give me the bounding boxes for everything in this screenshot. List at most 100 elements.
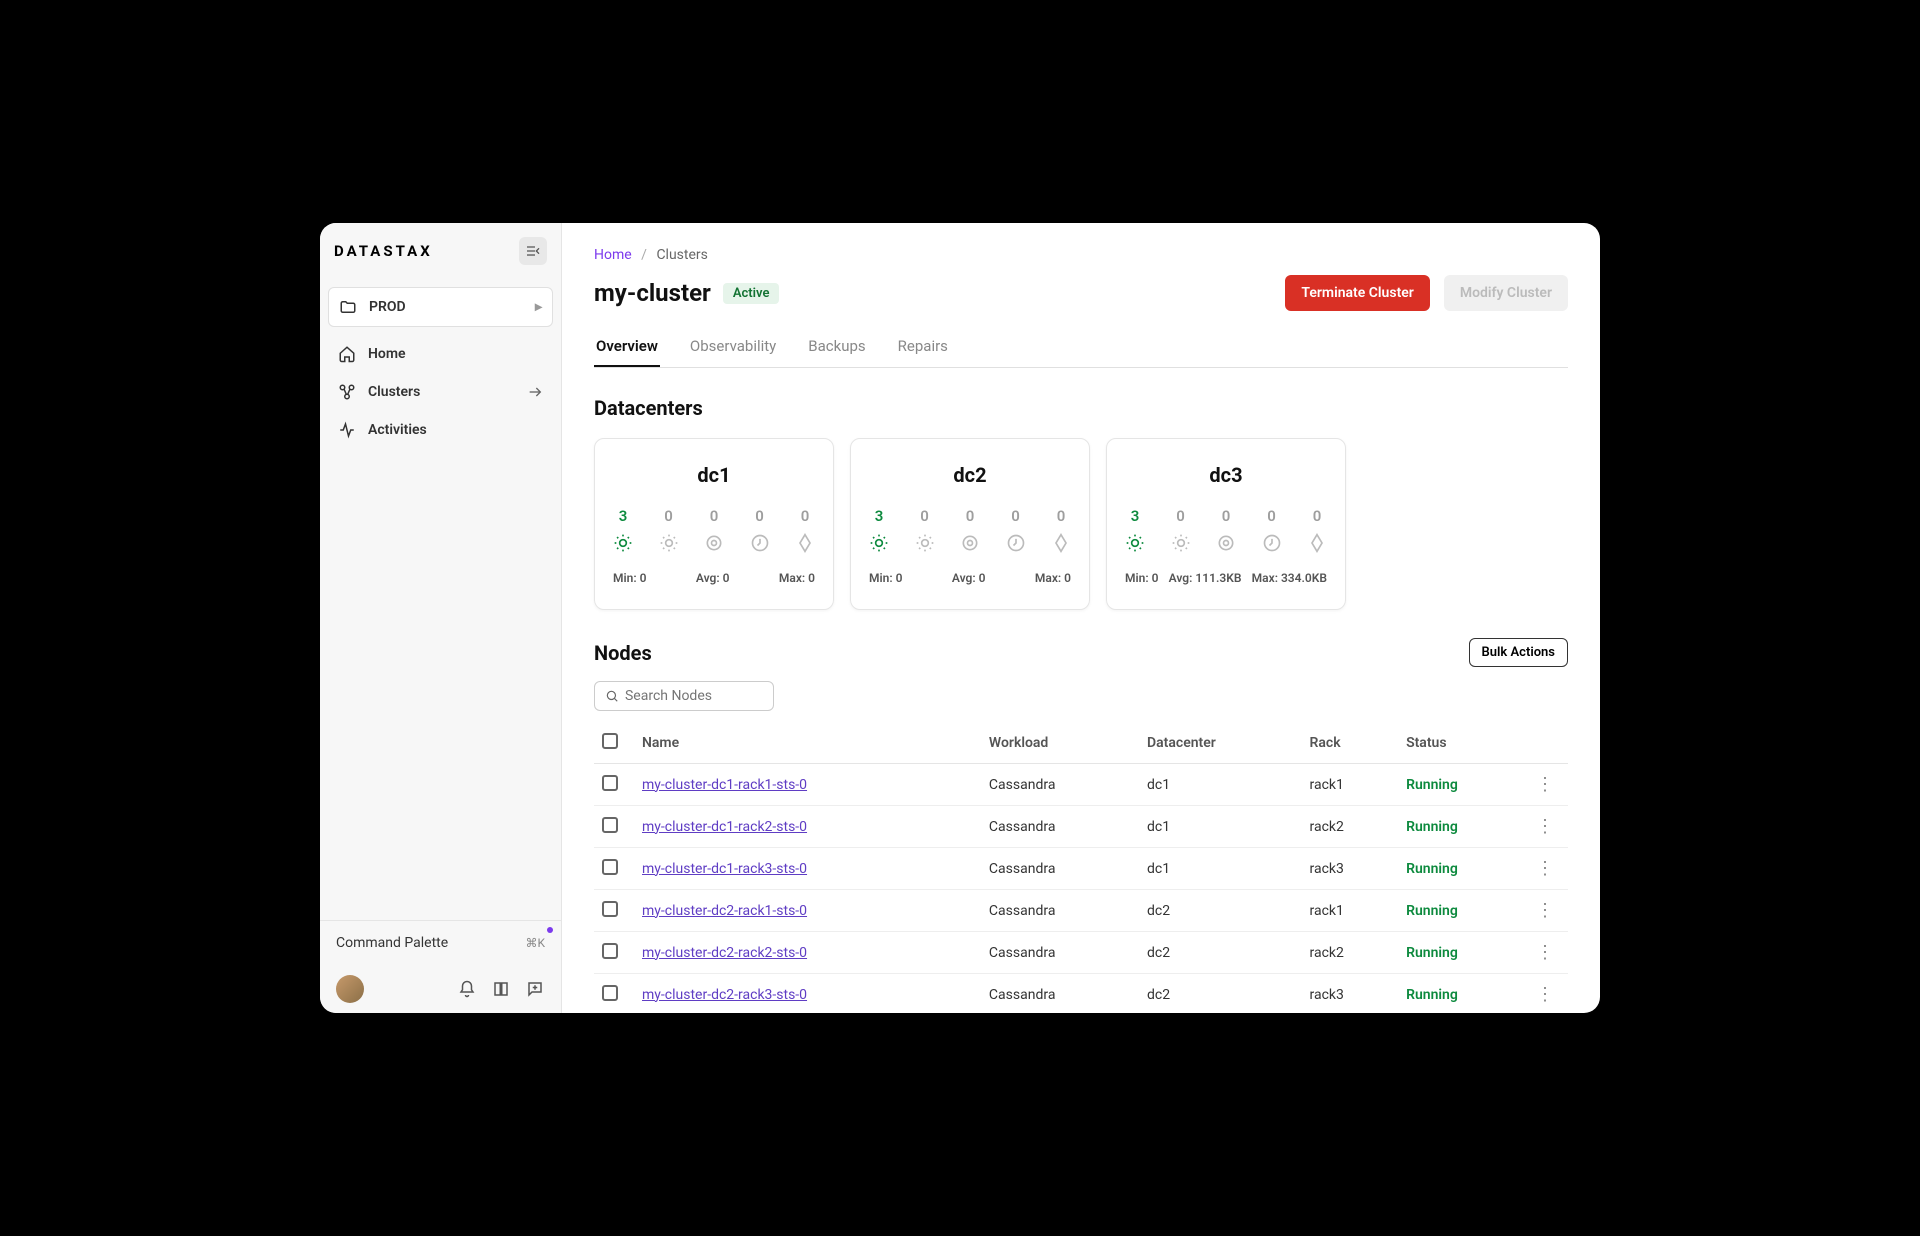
node-rack: rack2 (1302, 932, 1399, 974)
table-row: my-cluster-dc2-rack1-sts-0 Cassandra dc2… (594, 890, 1568, 932)
dc-max: Max: 0 (1035, 571, 1071, 585)
row-more-button[interactable]: ⋮ (1536, 984, 1553, 1005)
node-dc: dc2 (1139, 890, 1301, 932)
modify-cluster-button: Modify Cluster (1444, 275, 1568, 311)
node-workload: Cassandra (981, 806, 1139, 848)
node-status: Running (1398, 932, 1528, 974)
env-selector[interactable]: PROD ▸ (328, 287, 553, 327)
node-name-link[interactable]: my-cluster-dc1-rack3-sts-0 (642, 861, 807, 877)
sidebar-item-clusters[interactable]: Clusters (328, 373, 553, 411)
search-nodes[interactable] (594, 681, 774, 711)
bell-icon (458, 980, 476, 998)
row-checkbox[interactable] (602, 901, 618, 917)
row-checkbox[interactable] (602, 775, 618, 791)
datacenter-card[interactable]: dc2 30000 Min: 0Avg: 0Max: 0 (850, 438, 1090, 610)
dc-avg: Avg: 0 (952, 571, 986, 585)
column-datacenter[interactable]: Datacenter (1139, 723, 1301, 764)
datacenter-card[interactable]: dc1 30000 Min: 0Avg: 0Max: 0 (594, 438, 834, 610)
table-row: my-cluster-dc1-rack3-sts-0 Cassandra dc1… (594, 848, 1568, 890)
node-status: Running (1398, 890, 1528, 932)
status-icon (1262, 533, 1282, 553)
dc-stat: 0 (659, 507, 679, 553)
sidebar-item-home[interactable]: Home (328, 335, 553, 373)
sidebar-item-label: Activities (368, 422, 427, 438)
node-name-link[interactable]: my-cluster-dc2-rack3-sts-0 (642, 987, 807, 1003)
node-workload: Cassandra (981, 764, 1139, 806)
dc-name: dc1 (613, 463, 815, 487)
datacenter-card[interactable]: dc3 30000 Min: 0Avg: 111.3KBMax: 334.0KB (1106, 438, 1346, 610)
status-icon (1125, 533, 1145, 553)
row-checkbox[interactable] (602, 985, 618, 1001)
row-more-button[interactable]: ⋮ (1536, 900, 1553, 921)
status-icon (704, 533, 724, 553)
dc-stat: 3 (869, 507, 889, 553)
docs-button[interactable] (491, 979, 511, 999)
select-all-checkbox[interactable] (602, 733, 618, 749)
nodes-table: Name Workload Datacenter Rack Status my-… (594, 723, 1568, 1013)
node-name-link[interactable]: my-cluster-dc1-rack1-sts-0 (642, 777, 807, 793)
dc-stat: 3 (613, 507, 633, 553)
node-workload: Cassandra (981, 932, 1139, 974)
tab-backups[interactable]: Backups (806, 327, 867, 367)
node-name-link[interactable]: my-cluster-dc1-rack2-sts-0 (642, 819, 807, 835)
column-workload[interactable]: Workload (981, 723, 1139, 764)
folder-icon (339, 298, 357, 316)
row-checkbox[interactable] (602, 859, 618, 875)
page-title: my-cluster (594, 279, 711, 307)
column-status[interactable]: Status (1398, 723, 1528, 764)
row-more-button[interactable]: ⋮ (1536, 942, 1553, 963)
node-dc: dc1 (1139, 764, 1301, 806)
bulk-actions-button[interactable]: Bulk Actions (1469, 638, 1568, 667)
tabs: Overview Observability Backups Repairs (594, 327, 1568, 368)
command-palette-button[interactable]: Command Palette ⌘K (320, 921, 561, 965)
node-rack: rack1 (1302, 890, 1399, 932)
node-rack: rack1 (1302, 764, 1399, 806)
arrow-right-icon (527, 384, 543, 400)
column-name[interactable]: Name (634, 723, 981, 764)
activities-icon (338, 421, 356, 439)
dc-min: Min: 0 (1125, 571, 1158, 585)
feedback-button[interactable] (525, 979, 545, 999)
env-label: PROD (369, 299, 406, 315)
row-more-button[interactable]: ⋮ (1536, 774, 1553, 795)
dc-max: Max: 0 (779, 571, 815, 585)
dc-name: dc3 (1125, 463, 1327, 487)
dc-stat: 0 (1307, 507, 1327, 553)
node-status: Running (1398, 974, 1528, 1014)
table-row: my-cluster-dc1-rack2-sts-0 Cassandra dc1… (594, 806, 1568, 848)
breadcrumb: Home / Clusters (594, 247, 1568, 263)
tab-overview[interactable]: Overview (594, 327, 660, 367)
node-status: Running (1398, 764, 1528, 806)
row-checkbox[interactable] (602, 817, 618, 833)
status-icon (915, 533, 935, 553)
node-dc: dc2 (1139, 974, 1301, 1014)
sidebar-item-activities[interactable]: Activities (328, 411, 553, 449)
breadcrumb-home[interactable]: Home (594, 247, 632, 263)
row-more-button[interactable]: ⋮ (1536, 816, 1553, 837)
status-icon (1006, 533, 1026, 553)
avatar[interactable] (336, 975, 364, 1003)
status-icon (613, 533, 633, 553)
dc-stat: 0 (1051, 507, 1071, 553)
tab-repairs[interactable]: Repairs (896, 327, 950, 367)
dc-stat: 0 (1216, 507, 1236, 553)
sidebar: DATASTAX PROD ▸ Home Clusters (320, 223, 562, 1013)
node-workload: Cassandra (981, 890, 1139, 932)
row-checkbox[interactable] (602, 943, 618, 959)
dc-min: Min: 0 (869, 571, 902, 585)
notifications-button[interactable] (457, 979, 477, 999)
node-name-link[interactable]: my-cluster-dc2-rack1-sts-0 (642, 903, 807, 919)
column-rack[interactable]: Rack (1302, 723, 1399, 764)
chat-plus-icon (526, 980, 544, 998)
search-input[interactable] (625, 688, 763, 704)
dc-stat: 3 (1125, 507, 1145, 553)
node-name-link[interactable]: my-cluster-dc2-rack2-sts-0 (642, 945, 807, 961)
menu-collapse-icon (525, 243, 541, 259)
status-icon (869, 533, 889, 553)
terminate-cluster-button[interactable]: Terminate Cluster (1285, 275, 1429, 311)
node-workload: Cassandra (981, 848, 1139, 890)
row-more-button[interactable]: ⋮ (1536, 858, 1553, 879)
command-palette-label: Command Palette (336, 935, 448, 951)
collapse-sidebar-button[interactable] (519, 237, 547, 265)
tab-observability[interactable]: Observability (688, 327, 778, 367)
